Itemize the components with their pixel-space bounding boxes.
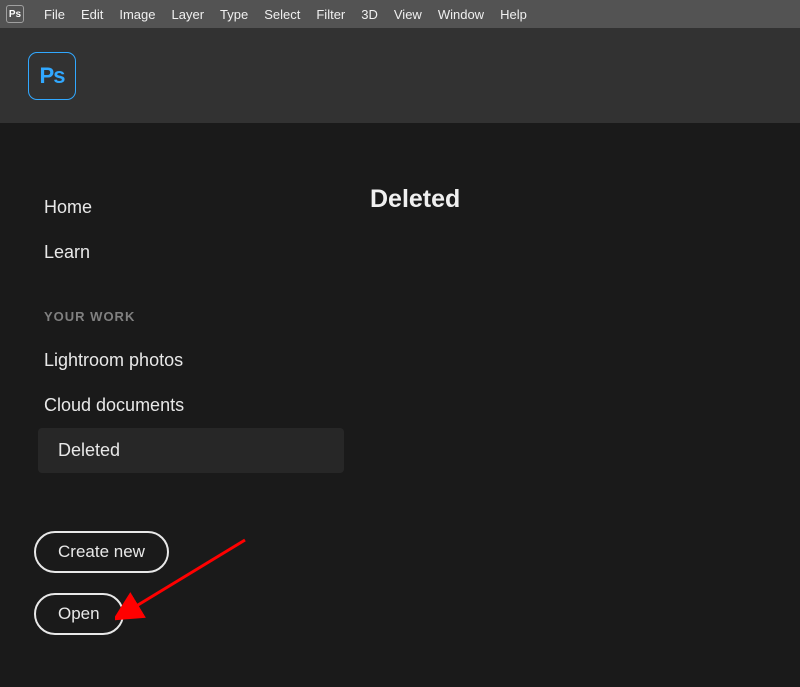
page-title: Deleted bbox=[370, 185, 780, 214]
menubar: Ps File Edit Image Layer Type Select Fil… bbox=[0, 0, 800, 28]
sidebar-section-your-work: YOUR WORK bbox=[0, 275, 350, 338]
open-button[interactable]: Open bbox=[34, 593, 124, 635]
sidebar-item-deleted[interactable]: Deleted bbox=[38, 428, 344, 473]
sidebar-item-learn[interactable]: Learn bbox=[0, 230, 350, 275]
create-new-button[interactable]: Create new bbox=[34, 531, 169, 573]
menu-edit[interactable]: Edit bbox=[73, 7, 111, 22]
menu-image[interactable]: Image bbox=[111, 7, 163, 22]
header: Ps bbox=[0, 28, 800, 123]
menu-type[interactable]: Type bbox=[212, 7, 256, 22]
photoshop-logo-text: Ps bbox=[40, 63, 65, 89]
sidebar-item-cloud-documents[interactable]: Cloud documents bbox=[0, 383, 350, 428]
menu-window[interactable]: Window bbox=[430, 7, 492, 22]
menu-layer[interactable]: Layer bbox=[164, 7, 213, 22]
content: Deleted bbox=[350, 123, 800, 687]
sidebar: Home Learn YOUR WORK Lightroom photos Cl… bbox=[0, 123, 350, 687]
ps-app-icon-text: Ps bbox=[9, 9, 21, 20]
sidebar-item-home[interactable]: Home bbox=[0, 185, 350, 230]
ps-app-icon: Ps bbox=[6, 5, 24, 23]
body: Home Learn YOUR WORK Lightroom photos Cl… bbox=[0, 123, 800, 687]
menu-view[interactable]: View bbox=[386, 7, 430, 22]
menu-filter[interactable]: Filter bbox=[308, 7, 353, 22]
sidebar-item-lightroom-photos[interactable]: Lightroom photos bbox=[0, 338, 350, 383]
menu-help[interactable]: Help bbox=[492, 7, 535, 22]
photoshop-logo-icon: Ps bbox=[28, 52, 76, 100]
menu-3d[interactable]: 3D bbox=[353, 7, 386, 22]
menu-file[interactable]: File bbox=[36, 7, 73, 22]
menu-select[interactable]: Select bbox=[256, 7, 308, 22]
sidebar-buttons: Create new Open bbox=[0, 473, 350, 655]
